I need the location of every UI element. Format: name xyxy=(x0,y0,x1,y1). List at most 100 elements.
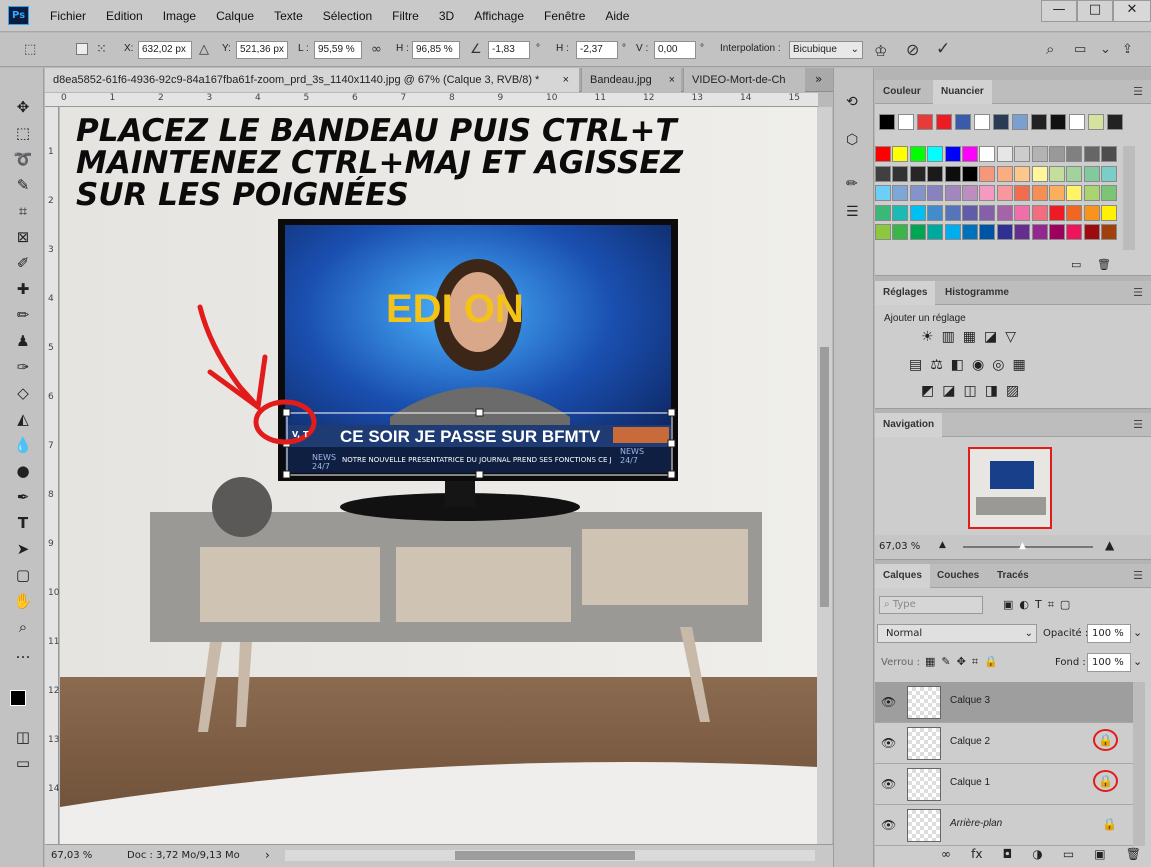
swatch[interactable] xyxy=(892,185,909,201)
menu-item-1[interactable]: Edition xyxy=(96,9,153,23)
swatch[interactable] xyxy=(1066,204,1083,221)
layer-footer-icon[interactable]: ▣ xyxy=(1094,847,1105,865)
height-field[interactable]: 96,85 % xyxy=(412,41,460,59)
swatch[interactable] xyxy=(892,224,909,240)
swatch[interactable] xyxy=(1049,224,1065,240)
layer-row[interactable]: 👁 Calque 3 xyxy=(875,682,1133,723)
tab-couleur[interactable]: Couleur xyxy=(875,80,929,104)
quick-mask-icon[interactable]: ◫ xyxy=(10,726,36,748)
swatch[interactable] xyxy=(1101,204,1118,221)
tab-video[interactable]: VIDEO-Mort-de-Ch xyxy=(683,68,805,92)
zoom-slider[interactable] xyxy=(963,546,1093,548)
foreground-color-swatch[interactable] xyxy=(10,690,26,706)
adjustment-icon[interactable]: ▽ xyxy=(1005,329,1016,345)
layer-footer-icon[interactable]: ▭ xyxy=(1063,847,1074,865)
quick-selection-tool-icon[interactable]: ✎ xyxy=(10,174,36,196)
layer-row[interactable]: 👁 Calque 2 🔒 xyxy=(875,723,1133,764)
swatch[interactable] xyxy=(1083,165,1100,182)
layer-filter-icons[interactable]: ▣◐T⌗▢ xyxy=(1003,598,1076,612)
adjustment-icon[interactable]: ◪ xyxy=(984,329,997,345)
cancel-transform-icon[interactable]: ⊘ xyxy=(906,40,919,59)
workspace-icon[interactable]: ▭ xyxy=(1074,42,1086,57)
swatch[interactable] xyxy=(1049,146,1065,162)
layer-footer-icon[interactable]: ∞ xyxy=(941,847,951,865)
type-tool-icon[interactable]: T xyxy=(10,512,36,534)
swatch[interactable] xyxy=(927,204,944,221)
recent-swatch[interactable] xyxy=(1050,114,1066,130)
swatch[interactable] xyxy=(1101,165,1118,182)
dodge-tool-icon[interactable]: ● xyxy=(10,460,36,482)
minimize-button[interactable]: — xyxy=(1041,0,1077,22)
recent-swatch[interactable] xyxy=(1088,114,1104,130)
chevron-down-icon[interactable]: ⌄ xyxy=(1133,655,1142,668)
panel-menu-icon[interactable]: ☰ xyxy=(1133,569,1143,582)
brush-settings-icon[interactable]: ✏ xyxy=(846,176,858,192)
swatch[interactable] xyxy=(962,165,978,182)
swatch[interactable] xyxy=(1083,185,1100,201)
share-icon[interactable]: ⇪ xyxy=(1122,42,1133,57)
blend-mode-select[interactable]: Normal ⌄ xyxy=(877,624,1037,643)
tab-couches[interactable]: Couches xyxy=(929,564,987,588)
menu-item-0[interactable]: Fichier xyxy=(40,9,96,23)
lock-icon[interactable]: 🔒 xyxy=(1093,770,1118,792)
healing-brush-tool-icon[interactable]: ✚ xyxy=(10,278,36,300)
swatch[interactable] xyxy=(892,204,909,221)
swatch[interactable] xyxy=(1014,185,1031,201)
close-tab-icon[interactable]: × xyxy=(563,68,569,92)
recent-swatch[interactable] xyxy=(1012,114,1028,130)
recent-swatch[interactable] xyxy=(993,114,1009,130)
width-field[interactable]: 95,59 % xyxy=(314,41,362,59)
layer-footer-icon[interactable]: fx xyxy=(971,847,982,865)
swatch[interactable] xyxy=(1031,185,1048,201)
adjustment-icon[interactable]: ◪ xyxy=(942,383,955,399)
swatch[interactable] xyxy=(1101,185,1118,201)
swatch[interactable] xyxy=(1014,204,1031,221)
path-selection-tool-icon[interactable]: ➤ xyxy=(10,538,36,560)
swatch[interactable] xyxy=(1083,204,1100,221)
swatch[interactable] xyxy=(979,224,996,240)
workspace-chevron-icon[interactable]: ⌄ xyxy=(1100,42,1111,57)
more-tabs-icon[interactable]: » xyxy=(815,72,822,86)
zoom-slider-thumb[interactable]: ▲ xyxy=(1019,541,1026,551)
tab-navigation[interactable]: Navigation xyxy=(875,413,943,437)
swatch[interactable] xyxy=(979,185,996,201)
swatch[interactable] xyxy=(996,185,1013,201)
angle-field[interactable]: -1,83 xyxy=(488,41,530,59)
reference-point-icon[interactable]: ⁙ xyxy=(96,42,107,57)
eye-icon[interactable]: 👁 xyxy=(881,777,896,791)
swatch[interactable] xyxy=(1014,146,1031,162)
swatch[interactable] xyxy=(875,185,891,201)
swatch[interactable] xyxy=(909,165,926,182)
vskew-field[interactable]: 0,00 xyxy=(654,41,696,59)
swatch[interactable] xyxy=(1066,185,1083,201)
swatch[interactable] xyxy=(927,224,944,240)
swatch[interactable] xyxy=(892,146,909,162)
panel-menu-icon[interactable]: ☰ xyxy=(1133,418,1143,431)
swatch[interactable] xyxy=(1066,165,1083,182)
new-swatch-icon[interactable]: ▭ xyxy=(1071,258,1081,271)
recent-swatch[interactable] xyxy=(1107,114,1123,130)
swatch[interactable] xyxy=(944,185,961,201)
swatches-scrollbar[interactable] xyxy=(1123,146,1135,250)
tab-bandeau[interactable]: Bandeau.jpg × xyxy=(581,68,681,92)
swatch[interactable] xyxy=(962,146,978,162)
menu-item-8[interactable]: Affichage xyxy=(464,9,534,23)
swatch[interactable] xyxy=(1083,146,1100,162)
layer-filter-select[interactable]: ⌕ Type xyxy=(879,596,983,614)
swatch[interactable] xyxy=(944,146,961,162)
swatch[interactable] xyxy=(1031,224,1048,240)
zoom-tool-icon[interactable]: ⌕ xyxy=(10,616,36,638)
navigator-preview[interactable] xyxy=(968,447,1052,529)
recent-swatch[interactable] xyxy=(898,114,914,130)
shape-tool-icon[interactable]: ▢ xyxy=(10,564,36,586)
properties-icon[interactable]: ☰ xyxy=(846,204,859,220)
screen-mode-icon[interactable]: ▭ xyxy=(10,752,36,774)
menu-item-5[interactable]: Sélection xyxy=(313,9,382,23)
brush-tool-icon[interactable]: ✏ xyxy=(10,304,36,326)
zoom-level[interactable]: 67,03 % xyxy=(51,850,92,861)
interpolation-select[interactable]: Bicubique ⌄ xyxy=(789,41,863,59)
trash-icon[interactable]: 🗑 xyxy=(1097,258,1111,271)
swatch[interactable] xyxy=(996,204,1013,221)
panel-menu-icon[interactable]: ☰ xyxy=(1133,85,1143,98)
lock-icon[interactable]: 🔒 xyxy=(1102,817,1117,831)
